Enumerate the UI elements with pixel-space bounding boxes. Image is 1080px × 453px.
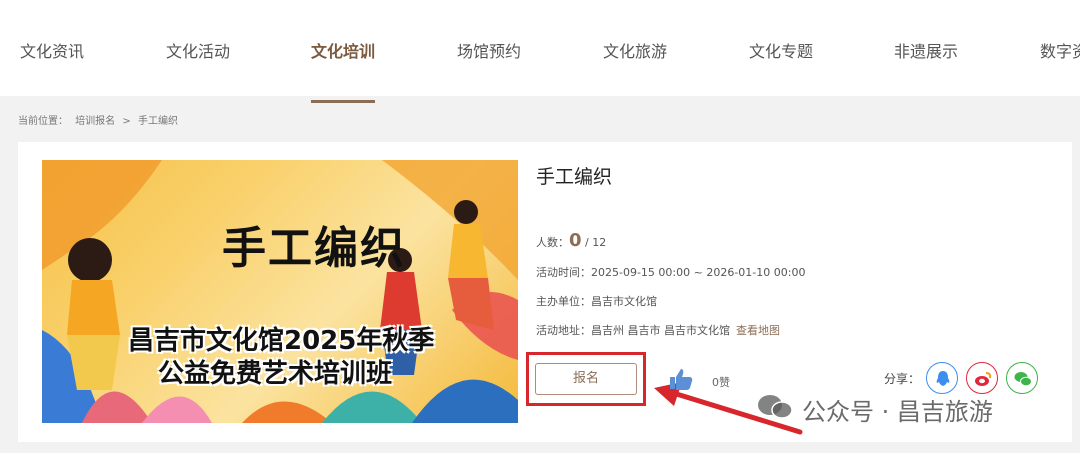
wechat-share-icon[interactable] xyxy=(1006,362,1038,394)
share-label: 分享： xyxy=(884,372,921,386)
time-label: 活动时间： xyxy=(536,266,591,279)
nav-item-culture-activities[interactable]: 文化活动 xyxy=(166,38,230,62)
organizer-label: 主办单位： xyxy=(536,295,591,308)
thumbs-up-icon[interactable] xyxy=(668,366,694,392)
breadcrumb-training-signup[interactable]: 培训报名 xyxy=(75,116,115,127)
breadcrumb-current: 手工编织 xyxy=(137,116,178,127)
people-total: / 12 xyxy=(581,236,607,249)
time-value: 2025-09-15 00:00 ~ 2026-01-10 00:00 xyxy=(591,266,806,279)
nav-item-digital[interactable]: 数字资 xyxy=(1040,38,1080,62)
people-label: 人数： xyxy=(536,236,569,249)
people-current: 0 xyxy=(569,230,582,251)
top-nav: 文化资讯 文化活动 文化培训 场馆预约 文化旅游 文化专题 非遗展示 数字资 xyxy=(0,0,1080,96)
nav-item-culture-tourism[interactable]: 文化旅游 xyxy=(603,38,667,62)
wechat-watermark-logo xyxy=(758,395,793,419)
weibo-icon xyxy=(975,372,992,386)
nav-item-culture-training[interactable]: 文化培训 xyxy=(311,38,375,62)
banner-subtitle-2: 公益免费艺术培训班 xyxy=(158,359,393,389)
nav-item-venue-booking[interactable]: 场馆预约 xyxy=(457,38,521,62)
organizer-value: 昌吉市文化馆 xyxy=(591,295,657,308)
breadcrumb-prefix: 当前位置： xyxy=(18,116,68,127)
course-banner-image: 手工编织 昌吉市文化馆2025年秋季 公益免费艺术培训班 xyxy=(42,160,518,423)
address-value: 昌吉州 昌吉市 昌吉市文化馆 xyxy=(591,324,730,337)
activity-time-row: 活动时间：2025-09-15 00:00 ~ 2026-01-10 00:00 xyxy=(536,264,805,280)
like-count: 0赞 xyxy=(712,376,730,389)
wechat-icon xyxy=(1014,372,1032,387)
nav-item-culture-news[interactable]: 文化资讯 xyxy=(20,38,84,62)
weibo-share-icon[interactable] xyxy=(966,362,998,394)
signup-button[interactable]: 报名 xyxy=(535,363,637,395)
nav-active-underline xyxy=(311,100,375,103)
qq-share-icon[interactable] xyxy=(926,362,958,394)
qq-icon xyxy=(936,371,950,386)
banner-title: 手工编织 xyxy=(222,223,406,274)
watermark-text: 公众号 · 昌吉旅游 xyxy=(802,398,993,426)
nav-item-heritage[interactable]: 非遗展示 xyxy=(894,38,958,62)
address-label: 活动地址： xyxy=(536,324,591,337)
view-map-link[interactable]: 查看地图 xyxy=(736,324,780,337)
breadcrumb: 当前位置： 培训报名 > 手工编织 xyxy=(18,112,182,127)
nav-item-culture-topics[interactable]: 文化专题 xyxy=(749,38,813,62)
breadcrumb-separator: > xyxy=(122,116,131,127)
banner-subtitle-1: 昌吉市文化馆2025年秋季 xyxy=(128,326,435,356)
people-count-row: 人数：0 / 12 xyxy=(536,230,606,251)
organizer-row: 主办单位：昌吉市文化馆 xyxy=(536,293,657,309)
course-title: 手工编织 xyxy=(536,166,613,188)
address-row: 活动地址：昌吉州 昌吉市 昌吉市文化馆 查看地图 xyxy=(536,322,780,338)
